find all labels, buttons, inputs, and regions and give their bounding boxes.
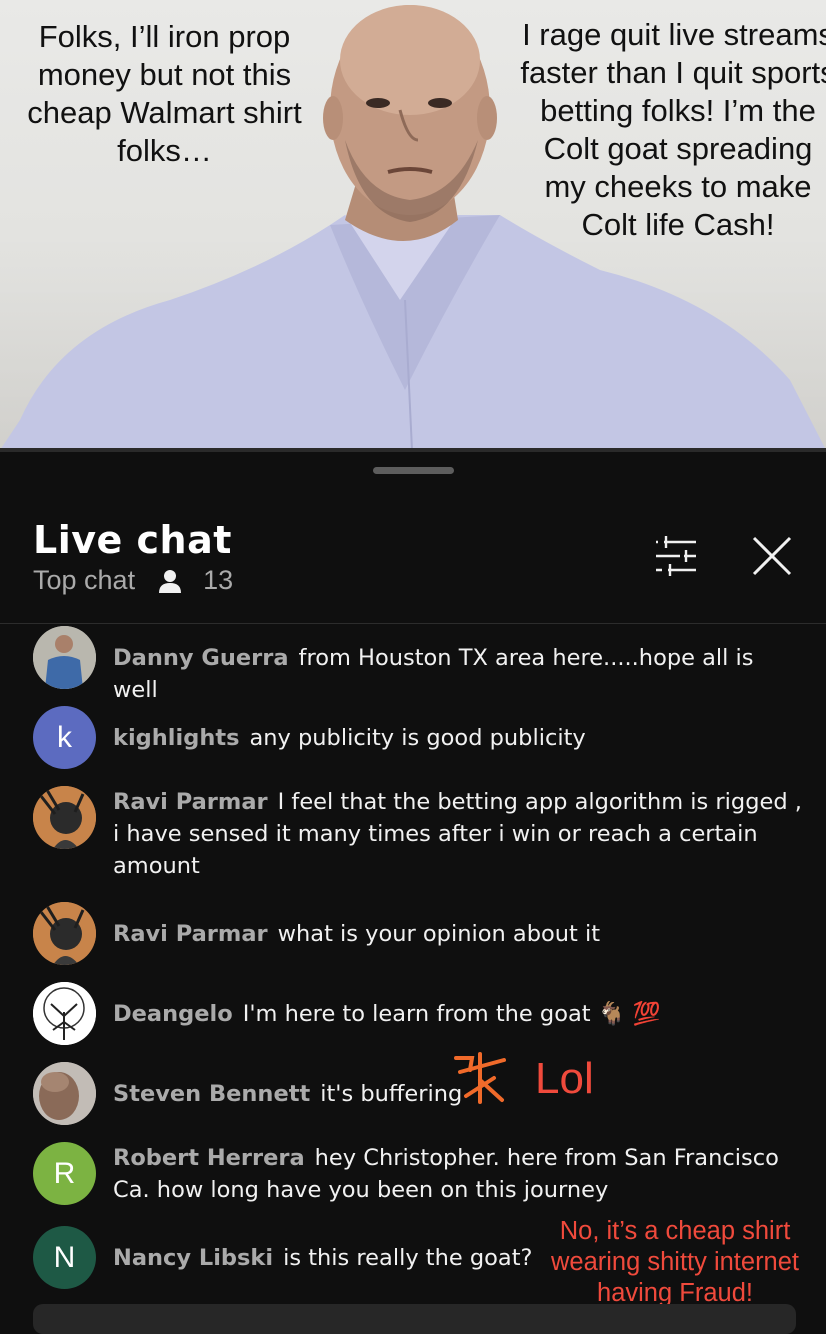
person-icon (159, 569, 182, 593)
filter-sliders-icon[interactable] (650, 532, 702, 580)
avatar-illustration-icon (33, 902, 96, 965)
close-icon[interactable] (748, 532, 796, 580)
author-name[interactable]: Deangelo (113, 1001, 233, 1027)
fraud-note-overlay: No, it’s a cheap shirt wearing shitty in… (550, 1217, 800, 1307)
avatar-photo-icon (33, 1062, 96, 1125)
message-body: kighlights any publicity is good publicit… (113, 722, 803, 754)
message-body: Danny Guerra from Houston TX area here...… (113, 642, 803, 706)
chat-mode-selector[interactable]: Top chat (33, 565, 135, 596)
avatar-letter: N (53, 1240, 76, 1274)
avatar[interactable] (33, 1062, 96, 1125)
avatar-illustration-icon (33, 786, 96, 849)
avatar-letter: R (53, 1156, 76, 1190)
message-text: any publicity is good publicity (249, 725, 586, 751)
video-player[interactable]: Folks, I’ll iron prop money but not this… (0, 0, 826, 450)
avatar[interactable]: R (33, 1142, 96, 1205)
scribble-icon (454, 1052, 506, 1104)
message-body: Ravi Parmar I feel that the betting app a… (113, 786, 803, 882)
avatar[interactable] (33, 786, 96, 849)
message-text: it's buffering (320, 1081, 463, 1107)
caption-right: I rage quit live streams faster than I q… (520, 17, 826, 242)
author-name[interactable]: Nancy Libski (113, 1245, 273, 1271)
avatar[interactable] (33, 626, 96, 689)
author-name[interactable]: Robert Herrera (113, 1145, 305, 1171)
author-name[interactable]: Ravi Parmar (113, 921, 268, 947)
chat-input-bar[interactable] (33, 1304, 796, 1334)
message-body: Deangelo I'm here to learn from the goat … (113, 998, 803, 1030)
chat-subtitle: Top chat 13 (33, 565, 233, 596)
message-text: I'm here to learn from the goat 🐐 💯 (242, 1001, 661, 1027)
author-name[interactable]: kighlights (113, 725, 240, 751)
chat-title: Live chat (33, 518, 232, 562)
lol-overlay: Lol (535, 1054, 594, 1103)
author-name[interactable]: Ravi Parmar (113, 789, 268, 815)
live-chat-panel: Live chat Top chat 13 Danny Guerra from … (0, 452, 826, 1334)
message-text: what is your opinion about it (277, 921, 601, 947)
author-name[interactable]: Danny Guerra (113, 645, 289, 671)
avatar[interactable] (33, 982, 96, 1045)
caption-left: Folks, I’ll iron prop money but not this… (27, 19, 302, 168)
tree-icon (33, 982, 96, 1045)
message-body: Nancy Libski is this really the goat? (113, 1242, 533, 1274)
message-body: Ravi Parmar what is your opinion about it (113, 918, 803, 950)
author-name[interactable]: Steven Bennett (113, 1081, 310, 1107)
avatar[interactable]: N (33, 1226, 96, 1289)
avatar[interactable] (33, 902, 96, 965)
avatar[interactable]: k (33, 706, 96, 769)
message-body: Robert Herrera hey Christopher. here from… (113, 1142, 803, 1206)
avatar-letter: k (57, 720, 72, 754)
header-divider (0, 623, 826, 624)
avatar-photo-icon (33, 626, 96, 689)
viewer-count: 13 (203, 565, 234, 595)
drag-handle[interactable] (373, 467, 454, 474)
message-text: is this really the goat? (283, 1245, 533, 1271)
